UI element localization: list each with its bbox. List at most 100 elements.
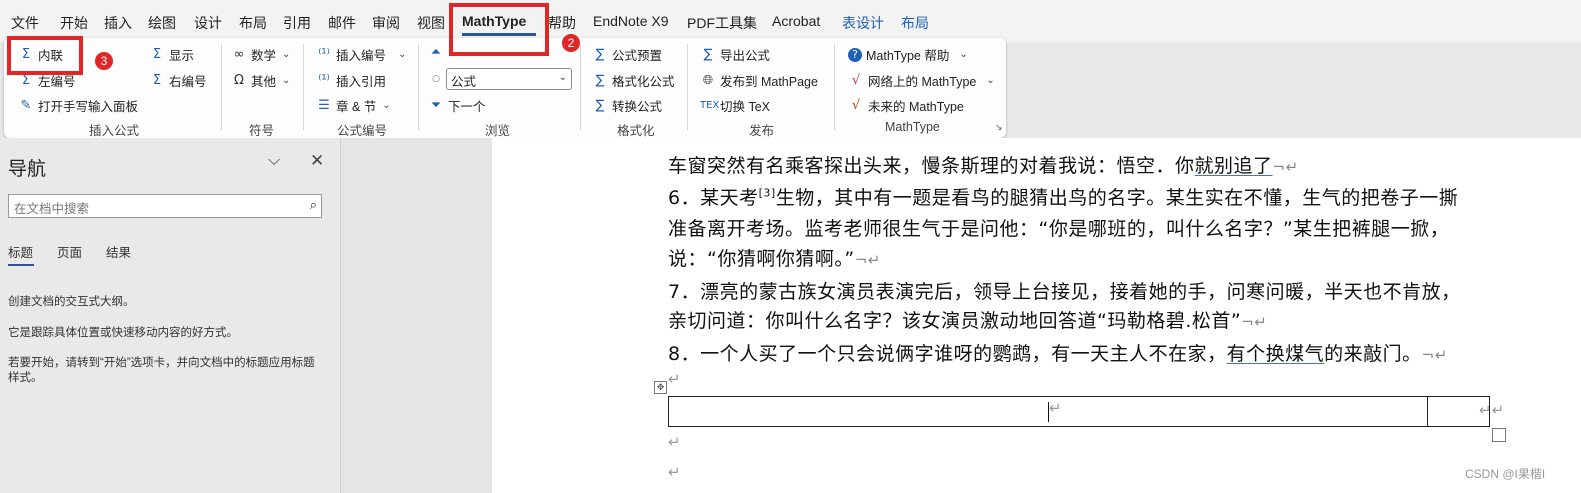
doc-line-1: 车窗突然有名乘客探出头来，慢条斯理的对着我说：悟空．你就别追了¬↵ — [668, 151, 1299, 178]
display-label: 显示 — [169, 49, 195, 63]
future-mathtype-label: 未来的 MathType — [868, 100, 964, 114]
chevron-down-icon: ⌄ — [398, 49, 407, 60]
export-equations-button[interactable]: ∑ 导出公式 — [700, 45, 770, 64]
insert-reference-label: 插入引用 — [336, 75, 387, 89]
tab-help[interactable]: 帮助 — [548, 13, 576, 33]
group-separator — [418, 44, 419, 130]
mathtype-help-dropdown[interactable]: ? MathType 帮助 ⌄ — [848, 45, 968, 64]
other-symbols-dropdown[interactable]: Ω 其他 ⌄ — [231, 71, 290, 90]
group-separator — [221, 44, 222, 130]
previous-button[interactable]: ⏶ — [428, 45, 444, 61]
close-icon[interactable]: ✕ — [310, 151, 324, 171]
insert-number-label: 插入编号 — [336, 49, 387, 63]
para-mark-icon: ¬↵ — [1241, 313, 1268, 331]
tab-endnote[interactable]: EndNote X9 — [593, 13, 669, 29]
doc-line-3: 准备离开考场。监考老师很生气于是问他：“你是哪班的，叫什么名字？”某生把裤腿一掀… — [668, 214, 1449, 241]
para-mark-icon: ↵ — [668, 463, 681, 481]
right-number-label: 右编号 — [169, 75, 207, 89]
format-equations-label: 格式化公式 — [612, 75, 675, 89]
equation-table[interactable] — [668, 396, 1490, 427]
reference-icon: ⁽¹⁾ — [318, 72, 330, 88]
doc-text: 亲切问道：你叫什么名字？该女演员激动地回答道“玛勒格碧.松首” — [668, 310, 1242, 332]
nav-tab-headings[interactable]: 标题 — [8, 242, 33, 261]
group-separator — [303, 44, 304, 130]
math-label: 数学 — [251, 49, 277, 63]
format-icon: ∑ — [595, 72, 605, 88]
tab-home[interactable]: 开始 — [60, 13, 88, 33]
group-separator — [687, 44, 688, 130]
triangle-up-icon: ⏶ — [430, 45, 442, 60]
nav-tab-results[interactable]: 结果 — [106, 242, 131, 261]
chapter-section-dropdown[interactable]: ☰ 章 & 节 ⌄ — [316, 96, 391, 115]
dialog-launcher-icon[interactable]: ↘ — [995, 122, 1003, 133]
insert-number-dropdown[interactable]: ⁽¹⁾ 插入编号 ⌄ — [316, 45, 406, 64]
tab-review[interactable]: 审阅 — [372, 13, 400, 33]
tab-table-design[interactable]: 表设计 — [842, 13, 884, 33]
format-equations-button[interactable]: ∑ 格式化公式 — [592, 71, 675, 90]
citation-superscript: [3] — [758, 186, 776, 200]
online-mathtype-dropdown[interactable]: √ 网络上的 MathType ⌄ — [848, 71, 995, 90]
tab-layout[interactable]: 布局 — [239, 13, 267, 33]
doc-line-6: 亲切问道：你叫什么名字？该女演员激动地回答道“玛勒格碧.松首”¬↵ — [668, 306, 1267, 333]
tab-insert[interactable]: 插入 — [104, 13, 132, 33]
chevron-down-icon: ⌄ — [282, 49, 291, 60]
equation-preset-label: 公式预置 — [612, 49, 663, 63]
future-icon: √ — [851, 97, 861, 113]
convert-equations-button[interactable]: ∑ 转换公式 — [592, 96, 662, 115]
doc-line-7: 8．一个人买了一个只会说俩字谁呀的鹦鹉，有一天主人不在家，有个换煤气的来敲门。¬… — [668, 339, 1448, 366]
right-number-button[interactable]: Σ 右编号 — [149, 71, 207, 90]
handwriting-label: 打开手写输入面板 — [38, 100, 139, 114]
nav-help-text-1: 创建文档的交互式大纲。 — [8, 296, 135, 308]
doc-text: 8．一个人买了一个只会说俩字谁呀的鹦鹉，有一天主人不在家， — [668, 343, 1227, 365]
para-mark-icon: ¬↵ — [854, 251, 881, 269]
browse-style-select[interactable]: 公式 ⌄ — [446, 68, 572, 90]
table-resize-handle[interactable] — [1492, 428, 1506, 442]
display-button[interactable]: Σ 显示 — [149, 45, 194, 64]
equation-preset-button[interactable]: ∑ 公式预置 — [592, 45, 662, 64]
para-mark-icon: ↵ — [668, 370, 681, 388]
help-icon: ? — [848, 47, 862, 62]
tab-mailings[interactable]: 邮件 — [328, 13, 356, 33]
group-label-symbols: 符号 — [249, 124, 275, 138]
triangle-down-icon: ⏷ — [430, 97, 442, 113]
infinity-icon: ∞ — [233, 46, 245, 62]
group-label-browse: 浏览 — [485, 124, 511, 138]
group-label-format: 格式化 — [617, 124, 655, 138]
search-icon[interactable]: ⌕ — [310, 197, 317, 213]
navigation-pane: 导航 ⌵ ✕ 在文档中搜索 ⌕ 标题 页面 结果 创建文档的交互式大纲。 它是跟… — [0, 138, 341, 493]
doc-text: 车窗突然有名乘客探出头来，慢条斯理的对着我说：悟空．你 — [668, 155, 1195, 177]
insert-reference-button[interactable]: ⁽¹⁾ 插入引用 — [316, 71, 386, 90]
group-label-insert-equation: 插入公式 — [89, 124, 140, 138]
handwriting-button[interactable]: ✎ 打开手写输入面板 — [18, 96, 138, 115]
future-mathtype-button[interactable]: √ 未来的 MathType — [848, 96, 964, 115]
number-icon: ⁽¹⁾ — [318, 46, 330, 62]
web-icon: √ — [851, 72, 861, 88]
nav-search-input[interactable]: 在文档中搜索 ⌕ — [8, 194, 322, 218]
toggle-tex-button[interactable]: TEX 切换 TeX — [700, 96, 770, 115]
omega-icon: Ω — [234, 72, 244, 88]
highlight-mathtype-tab — [449, 3, 549, 56]
sigma-display-icon: Σ — [152, 46, 162, 62]
tab-table-layout[interactable]: 布局 — [901, 13, 929, 33]
tab-draw[interactable]: 绘图 — [148, 13, 176, 33]
nav-tab-pages[interactable]: 页面 — [57, 242, 82, 261]
document-margin-area — [341, 138, 492, 493]
math-symbols-dropdown[interactable]: ∞ 数学 ⌄ — [231, 45, 291, 64]
para-mark-icon: ¬↵ — [1272, 158, 1299, 176]
tab-acrobat[interactable]: Acrobat — [772, 13, 820, 29]
tab-file[interactable]: 文件 — [11, 13, 39, 33]
pen-icon: ✎ — [20, 97, 32, 113]
publish-mathpage-button[interactable]: 🌐︎ 发布到 MathPage — [700, 71, 818, 90]
tab-design[interactable]: 设计 — [194, 13, 222, 33]
table-move-handle-icon[interactable]: ✥ — [654, 381, 667, 394]
doc-text-underlined: 就别追了 — [1194, 155, 1273, 177]
tab-pdf-tools[interactable]: PDF工具集 — [687, 13, 757, 33]
next-button[interactable]: ⏷ 下一个 — [428, 96, 486, 115]
chevron-down-icon[interactable]: ⌵ — [268, 152, 280, 170]
mathtype-help-label: MathType 帮助 — [866, 49, 950, 63]
tab-view[interactable]: 视图 — [417, 13, 445, 33]
tab-references[interactable]: 引用 — [283, 13, 311, 33]
radio-icon: ○ — [432, 74, 440, 84]
chapter-section-label: 章 & 节 — [336, 100, 377, 114]
style-radio[interactable]: ○ — [428, 71, 444, 87]
